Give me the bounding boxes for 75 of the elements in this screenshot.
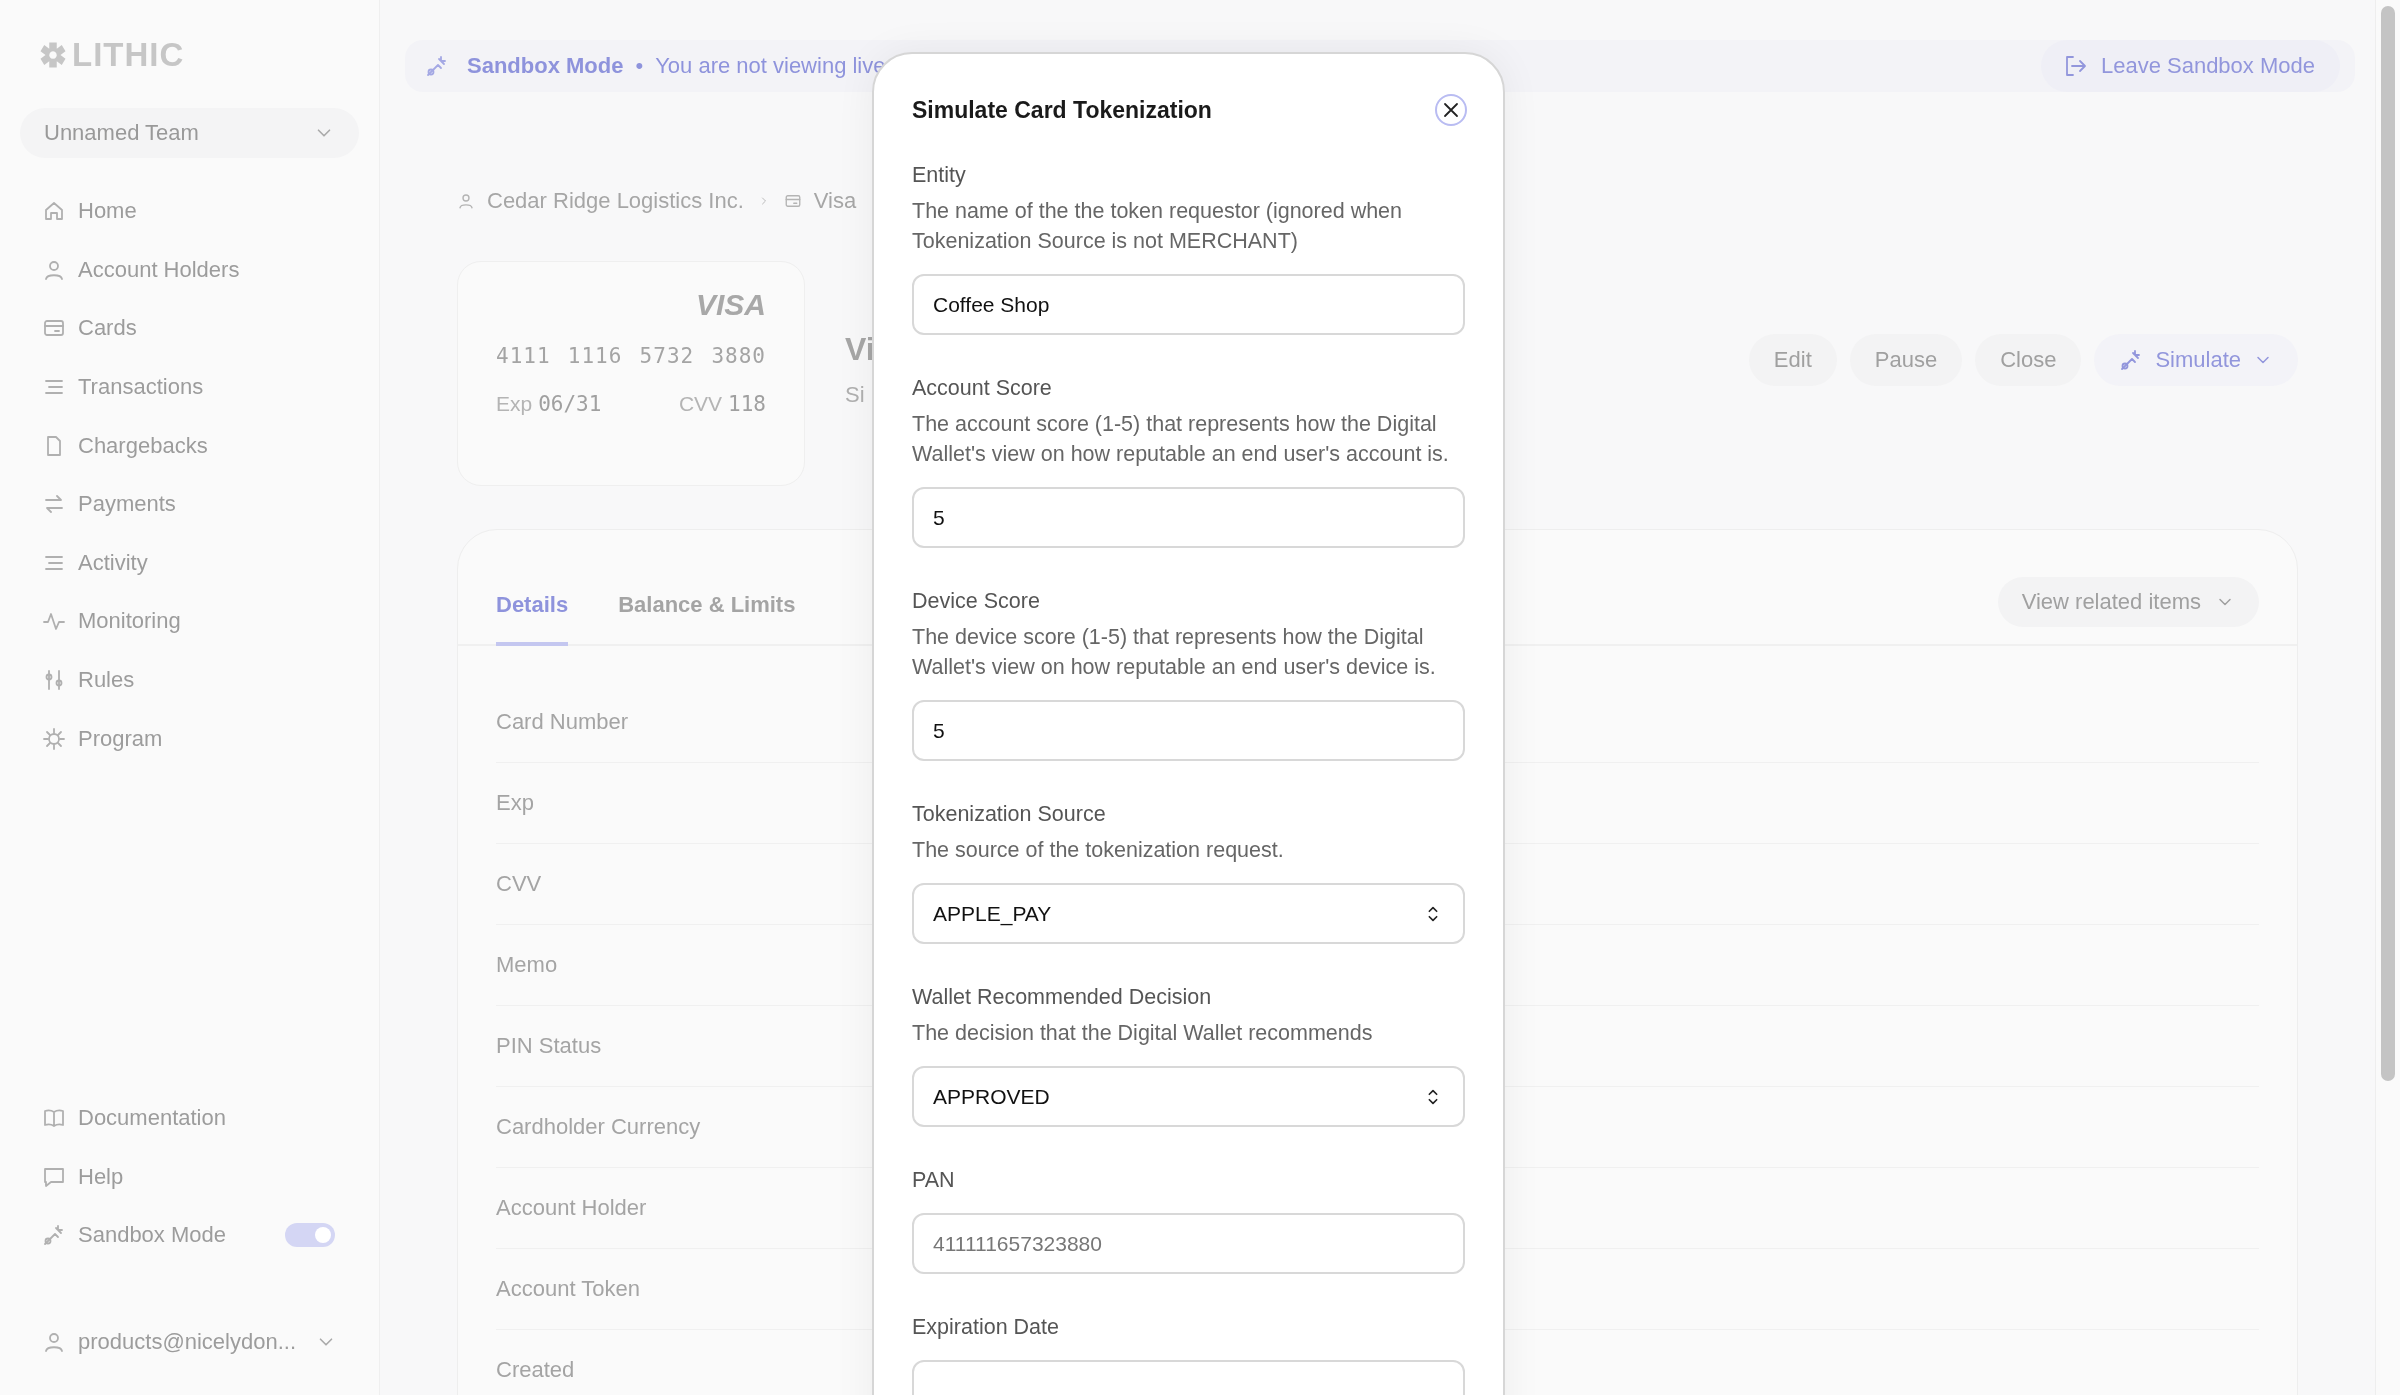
field-label: Tokenization Source <box>912 801 1107 828</box>
field-description: The source of the tokenization request. <box>912 837 1285 864</box>
input-field[interactable]: Coffee Shop <box>912 274 1465 335</box>
field-label: Account Score <box>912 375 1053 402</box>
field-label: PIN Status <box>496 1033 602 1059</box>
banner-title: Sandbox Mode <box>467 53 624 79</box>
modal-title: Simulate Card Tokenization <box>912 96 1212 124</box>
card-number-group: 3880 <box>711 344 766 368</box>
field-label: Wallet Recommended Decision <box>912 984 1213 1011</box>
sidebar-item[interactable]: Home <box>20 182 359 241</box>
sidebar-item[interactable]: Help <box>20 1147 359 1206</box>
card-number-group: 5732 <box>639 344 695 368</box>
sidebar-item[interactable]: Rules <box>20 650 359 710</box>
toggle-switch[interactable] <box>285 1223 335 1248</box>
page-subtitle: Si <box>845 382 866 408</box>
logo-mark-icon <box>38 40 68 70</box>
team-selector[interactable]: Unnamed Team <box>20 108 359 158</box>
breadcrumb-link[interactable]: Cedar Ridge Logistics Inc. <box>457 188 744 214</box>
field-label: CVV <box>496 871 542 897</box>
field-label: Created <box>496 1357 575 1383</box>
field-label: Account Holder <box>496 1195 647 1221</box>
input-field[interactable]: 5 <box>912 487 1465 548</box>
breadcrumb-link[interactable]: Visa <box>783 188 857 214</box>
field-description: The account score (1-5) that represents how the Digital Wallet's view on how reputable an end user's account is. <box>912 411 1450 468</box>
exp-value: 06/31 <box>538 392 602 416</box>
card-icon <box>783 192 802 210</box>
user-menu[interactable]: products@nicelydon... <box>20 1312 359 1371</box>
settings-icon <box>42 726 66 751</box>
card-number-group: 1116 <box>567 344 623 368</box>
action-button[interactable]: Edit <box>1748 334 1837 386</box>
wand-icon <box>42 1223 66 1248</box>
cvv-label: CVV <box>678 392 723 416</box>
scrollbar-thumb[interactable] <box>2381 6 2395 1081</box>
leave-sandbox-button[interactable]: Leave Sandbox Mode <box>2040 40 2340 92</box>
close-button[interactable] <box>1435 94 1467 126</box>
input-field[interactable]: 411111657323880 <box>912 1213 1465 1274</box>
card-number-group: 4111 <box>496 344 551 368</box>
field-description: The device score (1-5) that represents how the Digital Wallet's view on how reputable an end user's device is. <box>912 624 1437 681</box>
sidebar-item[interactable]: Transactions <box>20 357 359 417</box>
sidebar-item[interactable]: Chargebacks <box>20 416 359 475</box>
field-label: Exp <box>496 790 534 816</box>
sidebar-item[interactable]: Account Holders <box>20 240 359 300</box>
cvv-value: 118 <box>728 392 766 416</box>
field-label: Card Number <box>496 709 629 735</box>
field-label: Entity <box>912 162 967 189</box>
person-icon <box>457 192 475 210</box>
simulate-menu-button[interactable]: Simulate <box>2094 334 2298 386</box>
select-field[interactable]: APPROVED <box>912 1066 1465 1127</box>
page-title: Vi <box>845 331 875 368</box>
action-button[interactable]: Close <box>1975 334 2082 386</box>
sidebar-item[interactable]: Payments <box>20 474 359 534</box>
field-label: Device Score <box>912 588 1041 615</box>
wand-icon <box>425 54 449 78</box>
view-related-button[interactable]: View related items <box>1997 577 2259 627</box>
sidebar-item[interactable]: Monitoring <box>20 592 359 651</box>
field-label: Account Token <box>496 1276 640 1302</box>
field-label: Cardholder Currency <box>496 1114 701 1140</box>
card-brand: VISA <box>695 288 766 322</box>
input-field[interactable]: 5 <box>912 700 1465 761</box>
field-label: PAN <box>912 1167 956 1194</box>
sidebar-item[interactable]: Sandbox Mode <box>20 1205 359 1265</box>
exp-label: Exp <box>496 392 533 416</box>
sidebar-item[interactable]: Activity <box>20 533 359 593</box>
field-label: Memo <box>496 952 558 978</box>
field-description: The name of the the token requestor (ignored when Tokenization Source is not MERCHANT) <box>912 198 1404 255</box>
tab[interactable]: Balance & Limits <box>618 592 796 646</box>
tab[interactable]: Details <box>496 592 569 646</box>
select-field[interactable]: APPLE_PAY <box>912 883 1465 944</box>
sidebar-item[interactable]: Documentation <box>20 1088 359 1148</box>
field-description: The decision that the Digital Wallet recommends <box>912 1020 1374 1047</box>
sidebar-item[interactable]: Program <box>20 709 359 768</box>
field-label: Expiration Date <box>912 1314 1060 1341</box>
sidebar-item[interactable]: Cards <box>20 299 359 358</box>
separator-dot: • <box>635 53 644 79</box>
action-button[interactable]: Pause <box>1849 334 1963 386</box>
